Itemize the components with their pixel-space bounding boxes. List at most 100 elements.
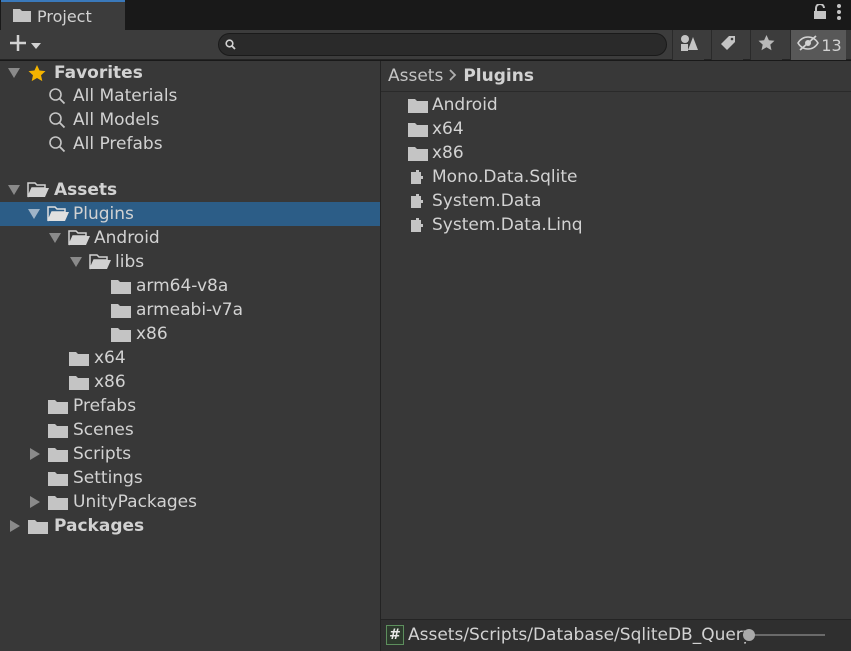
content-item-label: x64 [432,119,464,139]
toolbar: 13 [0,30,851,60]
chevron-right-icon[interactable] [8,519,22,533]
tree-item-label: All Materials [73,86,178,106]
folder-icon [48,399,68,414]
selected-asset-path-text: Assets/Scripts/Database/SqliteDB_Query.c… [408,625,746,645]
folder-icon [69,351,89,366]
tree-item-label: All Prefabs [73,134,163,154]
search-field[interactable] [218,33,667,56]
shapes-icon [680,34,698,56]
more-options-icon[interactable] [837,4,841,24]
folder-icon [111,279,131,294]
content-item-label: System.Data.Linq [432,215,583,235]
folder-icon [408,146,428,161]
tab-title: Project [37,7,92,26]
folder-icon [111,327,131,342]
tree-item-android[interactable]: Android [0,226,380,250]
folder-icon [48,423,68,438]
tree-item-label: UnityPackages [73,492,197,512]
breadcrumb-assets[interactable]: Assets [388,66,443,86]
chevron-down-icon[interactable] [7,66,21,80]
chevron-down-icon[interactable] [48,231,62,245]
tree-item-packages[interactable]: Packages [0,514,380,538]
tree-item-all-prefabs[interactable]: All Prefabs [0,132,380,156]
folder-icon [48,495,68,510]
star-icon [758,35,775,55]
tree-item-unity-packages[interactable]: UnityPackages [0,490,380,514]
folder-icon [69,375,89,390]
tree-item-label: Scripts [73,444,132,464]
tree-item-armeabi-v7a[interactable]: armeabi-v7a [0,298,380,322]
folder-tree: Favorites All Materials All Models All P… [0,61,380,651]
folder-icon [408,98,428,113]
tree-item-settings[interactable]: Settings [0,466,380,490]
search-icon [48,111,66,129]
tree-item-label: x64 [94,348,126,368]
tag-icon [720,35,736,55]
chevron-down-icon [31,36,41,54]
tree-item-arm64-v8a[interactable]: arm64-v8a [0,274,380,298]
folder-icon [408,122,428,137]
tree-item-libs-x86[interactable]: x86 [0,322,380,346]
folder-open-icon [68,230,90,246]
lock-icon[interactable] [813,3,827,24]
tree-item-x64[interactable]: x64 [0,346,380,370]
hidden-packages-toggle[interactable]: 13 [790,30,846,60]
tree-item-label: Scenes [73,420,134,440]
plugin-icon [410,193,424,209]
content-item-android[interactable]: Android [381,93,851,117]
tree-item-label: libs [115,252,145,272]
content-item-label: Android [432,95,498,115]
content-item-system-data[interactable]: System.Data [381,189,851,213]
content-item-label: Mono.Data.Sqlite [432,167,578,187]
tree-item-label: Android [94,228,160,248]
tree-item-assets[interactable]: Assets [0,178,380,202]
content-item-mono-data-sqlite[interactable]: Mono.Data.Sqlite [381,165,851,189]
breadcrumb: Assets Plugins [381,61,851,92]
tree-item-favorites[interactable]: Favorites [0,61,380,85]
csharp-script-icon: # [386,625,404,645]
tree-item-label: armeabi-v7a [136,300,244,320]
plus-icon [8,33,28,57]
search-icon [48,135,66,153]
breadcrumb-plugins[interactable]: Plugins [463,66,534,86]
content-item-x64[interactable]: x64 [381,117,851,141]
chevron-down-icon[interactable] [69,255,83,269]
hidden-count: 13 [821,35,842,55]
folder-icon [13,8,31,26]
favorites-filter-button[interactable] [750,30,782,60]
tree-item-libs[interactable]: libs [0,250,380,274]
eye-slash-icon [797,35,820,55]
plugin-icon [410,169,424,185]
plugin-icon [410,217,424,233]
tree-item-all-materials[interactable]: All Materials [0,84,380,108]
search-by-type-button[interactable] [672,30,704,60]
slider-track[interactable] [749,634,825,636]
folder-open-icon [89,254,111,270]
tree-item-scripts[interactable]: Scripts [0,442,380,466]
folder-icon [28,519,48,534]
tree-item-plugins[interactable]: Plugins [0,202,380,226]
search-input[interactable] [242,37,662,52]
chevron-right-icon[interactable] [28,447,42,461]
tree-item-prefabs[interactable]: Prefabs [0,394,380,418]
content-item-x86[interactable]: x86 [381,141,851,165]
search-icon [48,87,66,105]
tree-item-x86[interactable]: x86 [0,370,380,394]
chevron-down-icon[interactable] [7,183,21,197]
chevron-down-icon[interactable] [27,207,41,221]
create-dropdown-button[interactable] [8,32,50,58]
tree-item-scenes[interactable]: Scenes [0,418,380,442]
slider-handle[interactable] [743,629,755,641]
chevron-right-icon[interactable] [28,495,42,509]
search-icon [225,36,236,54]
search-by-label-button[interactable] [711,30,743,60]
content-item-system-data-linq[interactable]: System.Data.Linq [381,213,851,237]
folder-contents: Assets Plugins Android x64 x86 Mono.Data… [381,61,851,651]
tree-item-all-models[interactable]: All Models [0,108,380,132]
folder-icon [111,303,131,318]
tab-project[interactable]: Project [1,0,125,31]
icon-size-slider[interactable] [743,629,825,641]
tree-item-label: arm64-v8a [136,276,229,296]
tree-item-label: Packages [54,516,145,536]
folder-icon [48,447,68,462]
